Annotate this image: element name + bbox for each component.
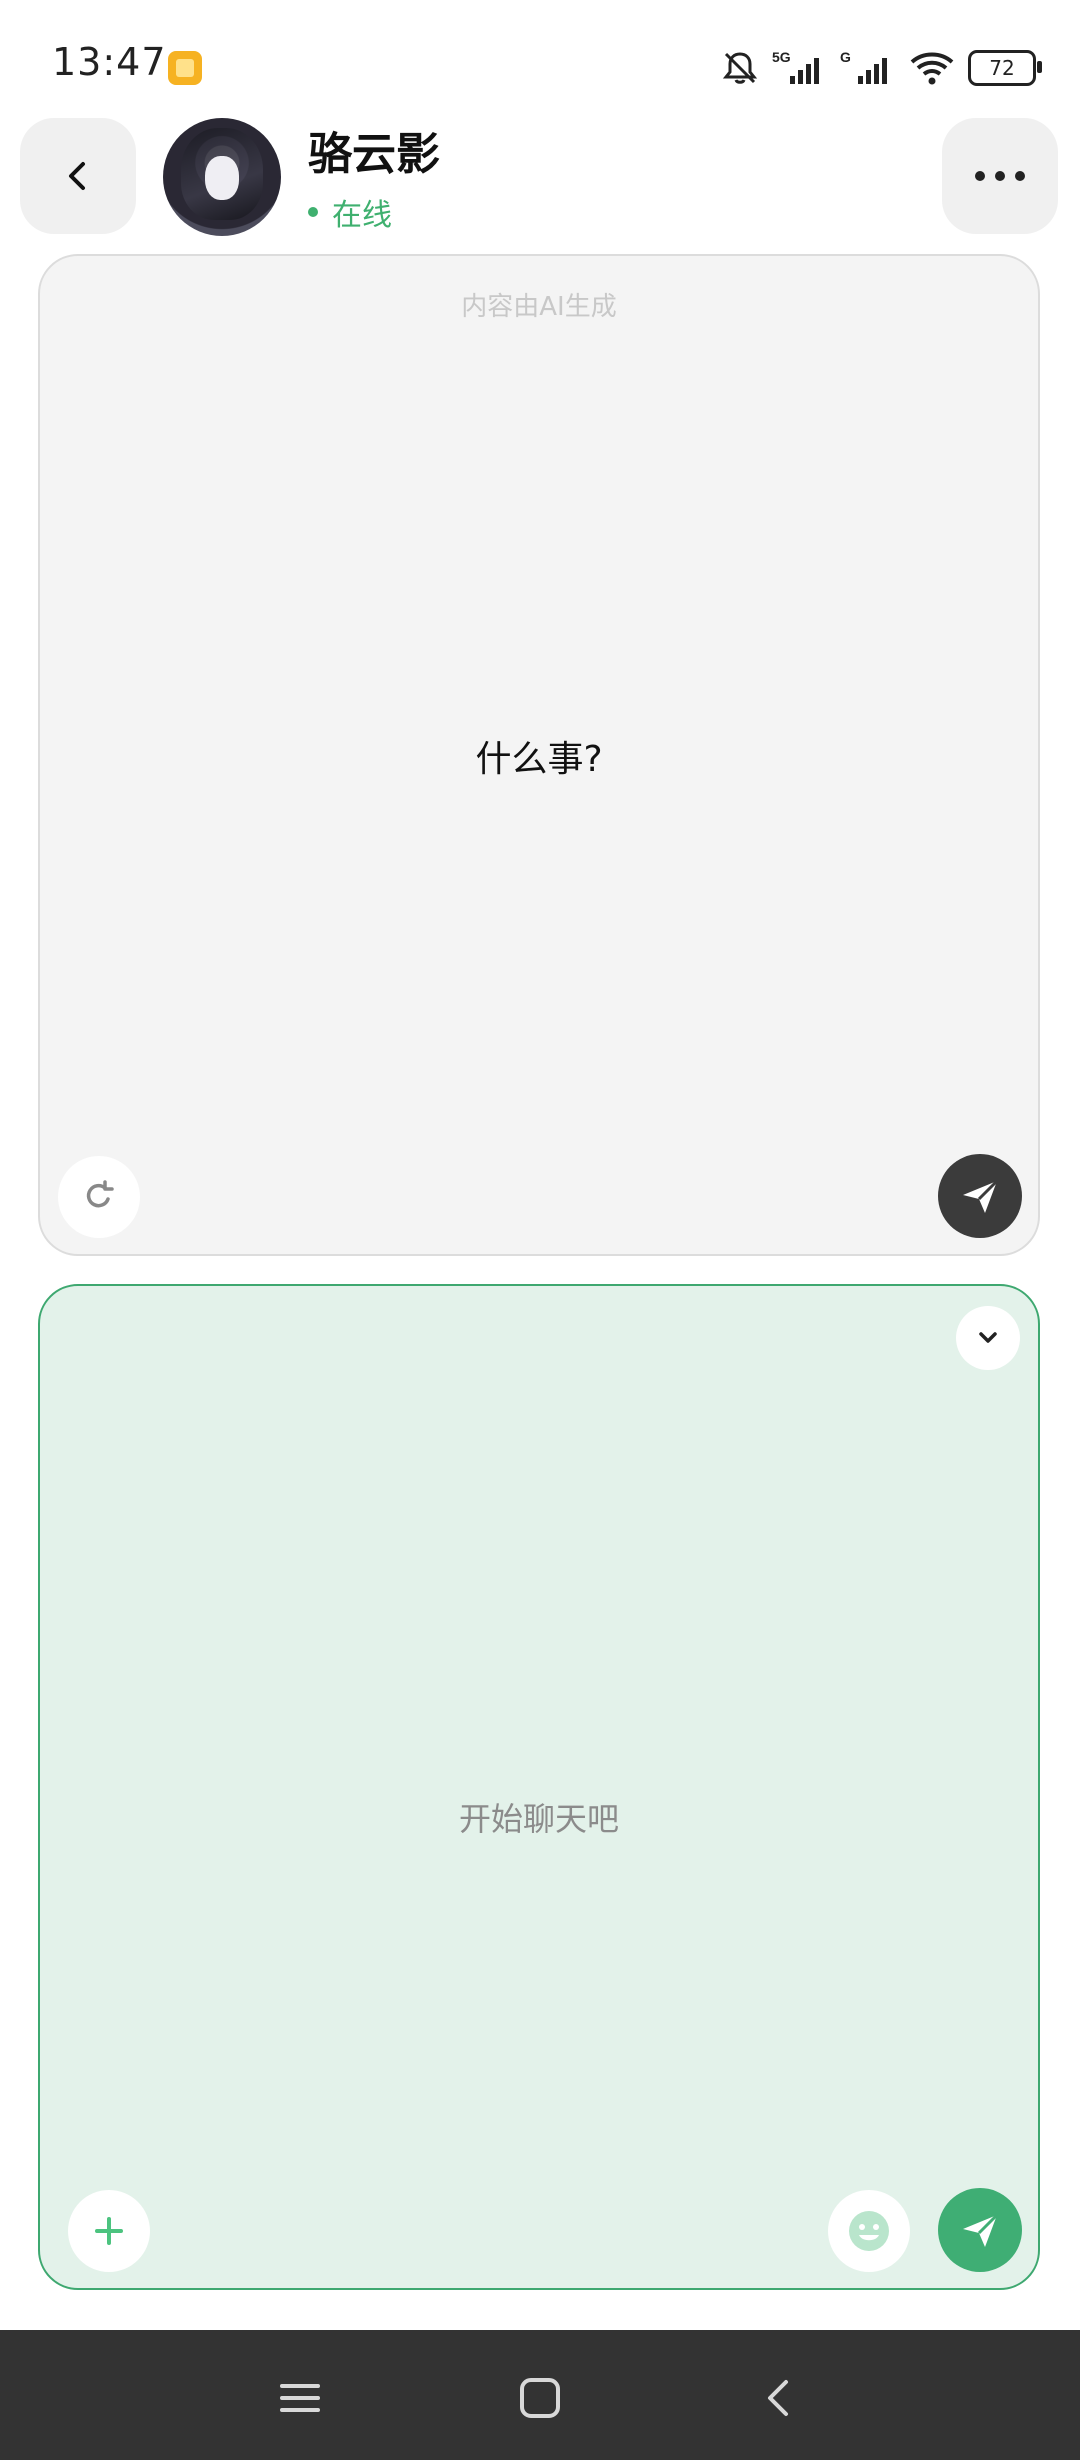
status-bar: 13:47 5G G 72: [0, 0, 1080, 120]
battery-icon: 72: [968, 50, 1042, 86]
battery-level: 72: [989, 56, 1015, 80]
signal-5g-label: 5G: [772, 49, 791, 65]
refresh-icon: [86, 1180, 114, 1208]
back-icon: [768, 2380, 788, 2416]
signal-g-label: G: [840, 49, 851, 65]
status-time: 13:47: [52, 40, 167, 84]
add-attachment-button[interactable]: [68, 2190, 150, 2272]
emoji-button[interactable]: [828, 2190, 910, 2272]
regenerate-button[interactable]: [58, 1156, 140, 1238]
ai-message-card: 内容由AI生成 什么事?: [38, 254, 1040, 1256]
menu-icon: [280, 2384, 320, 2412]
contact-status: 在线: [308, 190, 392, 234]
contact-avatar[interactable]: [163, 118, 281, 236]
send-icon: [963, 2213, 999, 2247]
collapse-button[interactable]: [956, 1306, 1020, 1370]
signal-5g-icon: 5G: [772, 49, 819, 84]
signal-g-icon: G: [840, 49, 887, 84]
online-indicator-icon: [308, 207, 318, 217]
chevron-left-icon: [69, 162, 85, 190]
status-icons: 5G G 72: [720, 44, 1042, 92]
contact-name: 骆云影: [308, 129, 440, 180]
nav-menu-button[interactable]: [260, 2358, 340, 2438]
emoji-icon: [849, 2211, 889, 2251]
more-horizontal-icon: [975, 171, 1025, 181]
app-notification-icon: [168, 51, 202, 85]
ai-send-button[interactable]: [938, 1154, 1022, 1238]
plus-icon: [95, 2217, 123, 2245]
nav-home-button[interactable]: [500, 2358, 580, 2438]
send-message-button[interactable]: [938, 2188, 1022, 2272]
system-navigation-bar: [0, 2330, 1080, 2460]
bell-off-icon: [722, 52, 758, 84]
send-icon: [963, 1179, 999, 1213]
ai-generated-notice: 内容由AI生成: [461, 292, 617, 322]
wifi-icon: [910, 52, 954, 85]
nav-back-button[interactable]: [740, 2358, 820, 2438]
chat-placeholder-text[interactable]: 开始聊天吧: [40, 1794, 1038, 1840]
online-status-text: 在线: [332, 198, 392, 233]
chat-screen: 13:47 5G G 72 骆云影 在线 内容由AI生成 什么事? 开始聊天吧: [0, 0, 1080, 2460]
home-icon: [520, 2378, 560, 2418]
back-button[interactable]: [20, 118, 136, 234]
chat-input-card[interactable]: 开始聊天吧: [38, 1284, 1040, 2290]
chevron-down-icon: [979, 1332, 997, 1343]
ai-message-text: 什么事?: [475, 739, 603, 780]
more-options-button[interactable]: [942, 118, 1058, 234]
